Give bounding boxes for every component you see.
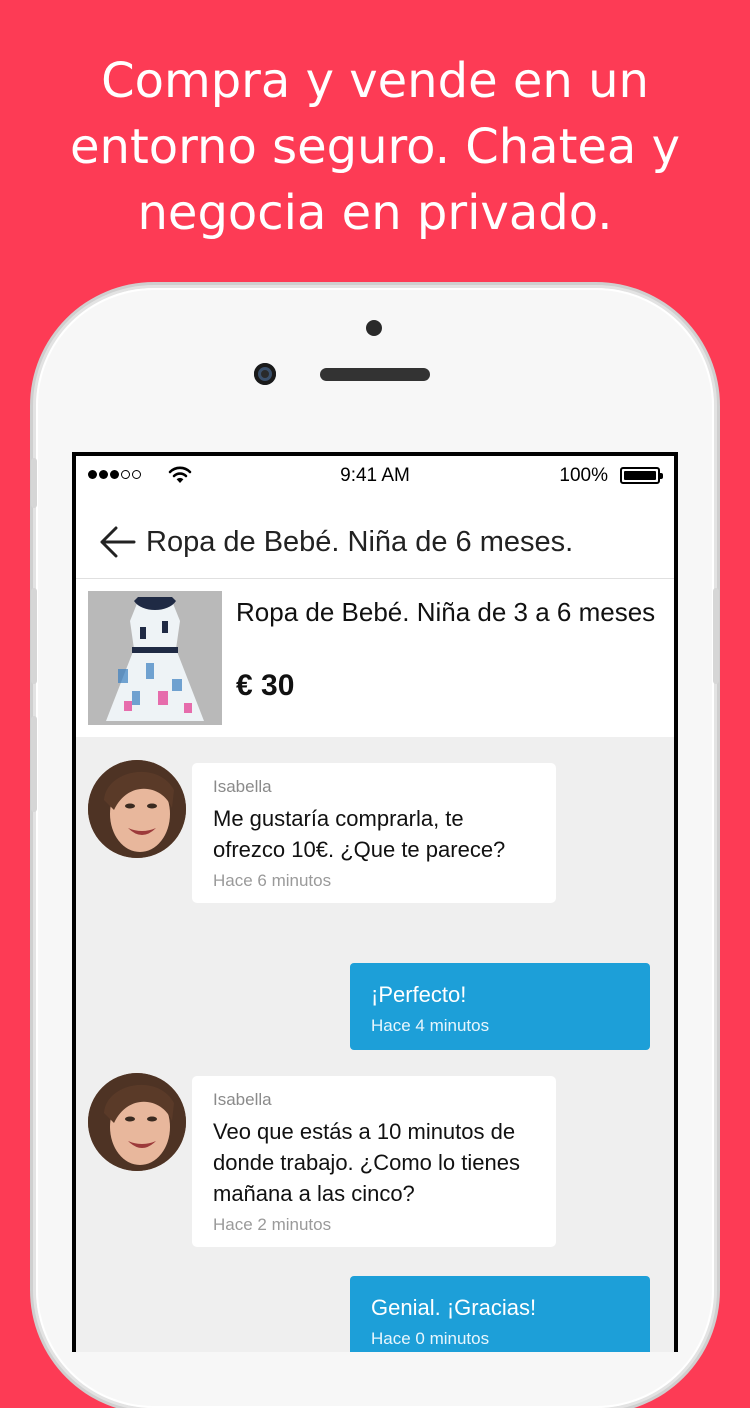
message-bubble-incoming: Isabella Veo que estás a 10 minutos de d… [192, 1076, 556, 1247]
earpiece-speaker [320, 368, 430, 381]
proximity-sensor [366, 320, 382, 336]
status-bar: 9:41 AM 100% [76, 456, 674, 496]
chat-screen: 9:41 AM 100% Ropa de Bebé. Niña de 6 mes… [76, 456, 674, 1352]
headline-line-3: negocia en privado. [137, 185, 613, 241]
message-time: Hace 4 minutos [371, 1016, 490, 1035]
message-sender: Isabella [213, 777, 272, 796]
message-text: ¡Perfecto! [371, 982, 467, 1007]
message-bubble-outgoing: Genial. ¡Gracias! Hace 0 minutos [350, 1276, 650, 1352]
message-sender: Isabella [213, 1090, 272, 1109]
avatar[interactable] [88, 760, 186, 858]
volume-down-button [31, 716, 37, 812]
message-bubble-outgoing: ¡Perfecto! Hace 4 minutos [350, 963, 650, 1050]
front-camera [254, 363, 276, 385]
headline: Compra y vende en un entorno seguro. Cha… [0, 48, 750, 246]
product-price: € 30 [236, 669, 295, 702]
message-bubble-incoming: Isabella Me gustaría comprarla, te ofrez… [192, 763, 556, 903]
navigation-bar: Ropa de Bebé. Niña de 6 meses. [76, 496, 674, 579]
volume-up-button [31, 588, 37, 684]
arrow-left-icon[interactable] [98, 524, 138, 560]
message-time: Hace 0 minutos [371, 1329, 490, 1348]
user-photo [88, 760, 186, 858]
phone-screen: 9:41 AM 100% Ropa de Bebé. Niña de 6 mes… [72, 452, 678, 1352]
product-image[interactable] [88, 591, 222, 725]
user-photo [88, 1073, 186, 1171]
headline-line-2: entorno seguro. Chatea y [69, 119, 680, 175]
mute-switch [31, 458, 37, 508]
battery-percentage: 100% [559, 465, 608, 486]
message-text: Me gustaría comprarla, te ofrezco 10€. ¿… [213, 806, 506, 862]
dress-image [88, 591, 222, 725]
conversation-title: Ropa de Bebé. Niña de 6 meses. [146, 526, 574, 558]
headline-line-1: Compra y vende en un [101, 53, 649, 109]
message-text: Veo que estás a 10 minutos de donde trab… [213, 1119, 520, 1206]
avatar[interactable] [88, 1073, 186, 1171]
battery-icon [620, 467, 663, 484]
power-button [713, 588, 719, 684]
message-text: Genial. ¡Gracias! [371, 1295, 537, 1320]
message-time: Hace 2 minutos [213, 1215, 332, 1234]
product-title: Ropa de Bebé. Niña de 3 a 6 meses [236, 597, 656, 627]
product-card[interactable]: Ropa de Bebé. Niña de 3 a 6 meses € 30 [76, 579, 674, 737]
message-time: Hace 6 minutos [213, 871, 332, 890]
